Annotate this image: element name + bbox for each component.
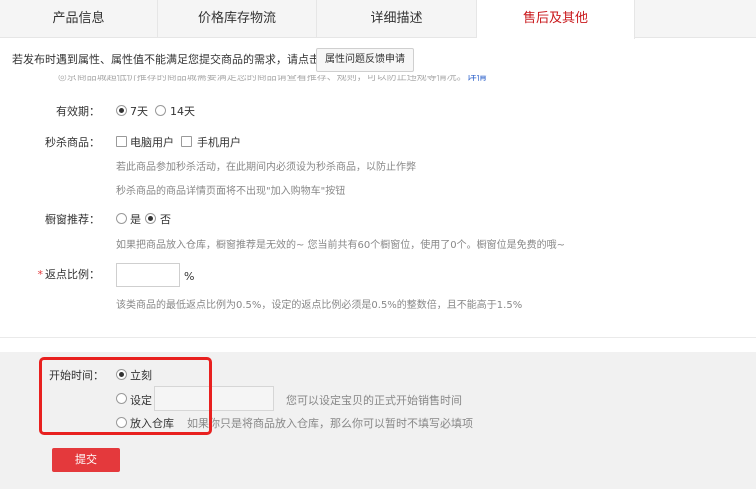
rebate-unit: % (184, 270, 195, 283)
tab-bar: 产品信息 价格库存物流 详细描述 售后及其他 (0, 0, 756, 39)
window-recommend-no-radio[interactable] (145, 213, 156, 224)
flash-sale-mobile-checkbox[interactable] (181, 136, 192, 147)
flash-sale-pc-checkbox[interactable] (116, 136, 127, 147)
tab-after-sales-other[interactable]: 售后及其他 (477, 0, 635, 39)
validity-label: 有效期： (56, 105, 100, 118)
flash-sale-hint-2: 秒杀商品的商品详情页面将不出现"加入购物车"按钮 (116, 186, 346, 197)
start-warehouse-hint: 如果你只是将商品放入仓库，那么你可以暂时不填写必填项 (187, 417, 473, 430)
highlight-annotation-box (39, 357, 212, 435)
rebate-hint: 该类商品的最低返点比例为0.5%，设定的返点比例必须是0.5%的整数倍，且不能高… (116, 300, 523, 311)
validity-7-days-radio[interactable] (116, 105, 127, 116)
flash-sale-label: 秒杀商品： (45, 136, 100, 149)
validity-14-days-label: 14天 (170, 105, 195, 118)
validity-14-days-radio[interactable] (155, 105, 166, 116)
rebate-input[interactable] (116, 263, 180, 287)
flash-sale-mobile-label: 手机用户 (197, 136, 241, 149)
flash-sale-pc-label: 电脑用户 (130, 136, 174, 149)
window-recommend-hint: 如果把商品放入仓库，橱窗推荐是无效的~ 您当前共有60个橱窗位，使用了0个。橱窗… (116, 240, 566, 251)
clipped-hint: ◎京商品城超低价推荐的商品城需要满足您的商品请查看推荐、规则，可以防止违规等情况… (58, 75, 518, 84)
rebate-label-row: * 返点比例： (30, 266, 101, 282)
tab-detail-description[interactable]: 详细描述 (317, 0, 477, 38)
tab-product-info[interactable]: 产品信息 (0, 0, 158, 38)
clipped-hint-text: ◎京商品城超低价推荐的商品城需要满足您的商品请查看推荐、规则，可以防止违规等情况… (58, 75, 467, 83)
section-divider (0, 337, 756, 338)
window-recommend-label: 橱窗推荐： (45, 213, 100, 226)
window-recommend-yes-label: 是 (130, 213, 141, 226)
flash-sale-hint-1: 若此商品参加秒杀活动，在此期间内必须设为秒杀商品，以防止作弊 (116, 162, 416, 173)
tab-price-stock-logistics[interactable]: 价格库存物流 (158, 0, 317, 38)
start-set-hint: 您可以设定宝贝的正式开始销售时间 (286, 394, 462, 407)
rebate-label: 返点比例： (45, 268, 100, 281)
window-recommend-no-label: 否 (160, 213, 171, 226)
clipped-hint-link[interactable]: 详情 (467, 75, 487, 83)
submit-button[interactable]: 提交 (52, 448, 120, 472)
validity-7-days-label: 7天 (130, 105, 148, 118)
required-mark: * (37, 268, 44, 281)
window-recommend-yes-radio[interactable] (116, 213, 127, 224)
attribute-feedback-button[interactable]: 属性问题反馈申请 (316, 48, 414, 72)
attribute-notice: 若发布时遇到属性、属性值不能满足您提交商品的需求，请点击 (12, 53, 320, 66)
